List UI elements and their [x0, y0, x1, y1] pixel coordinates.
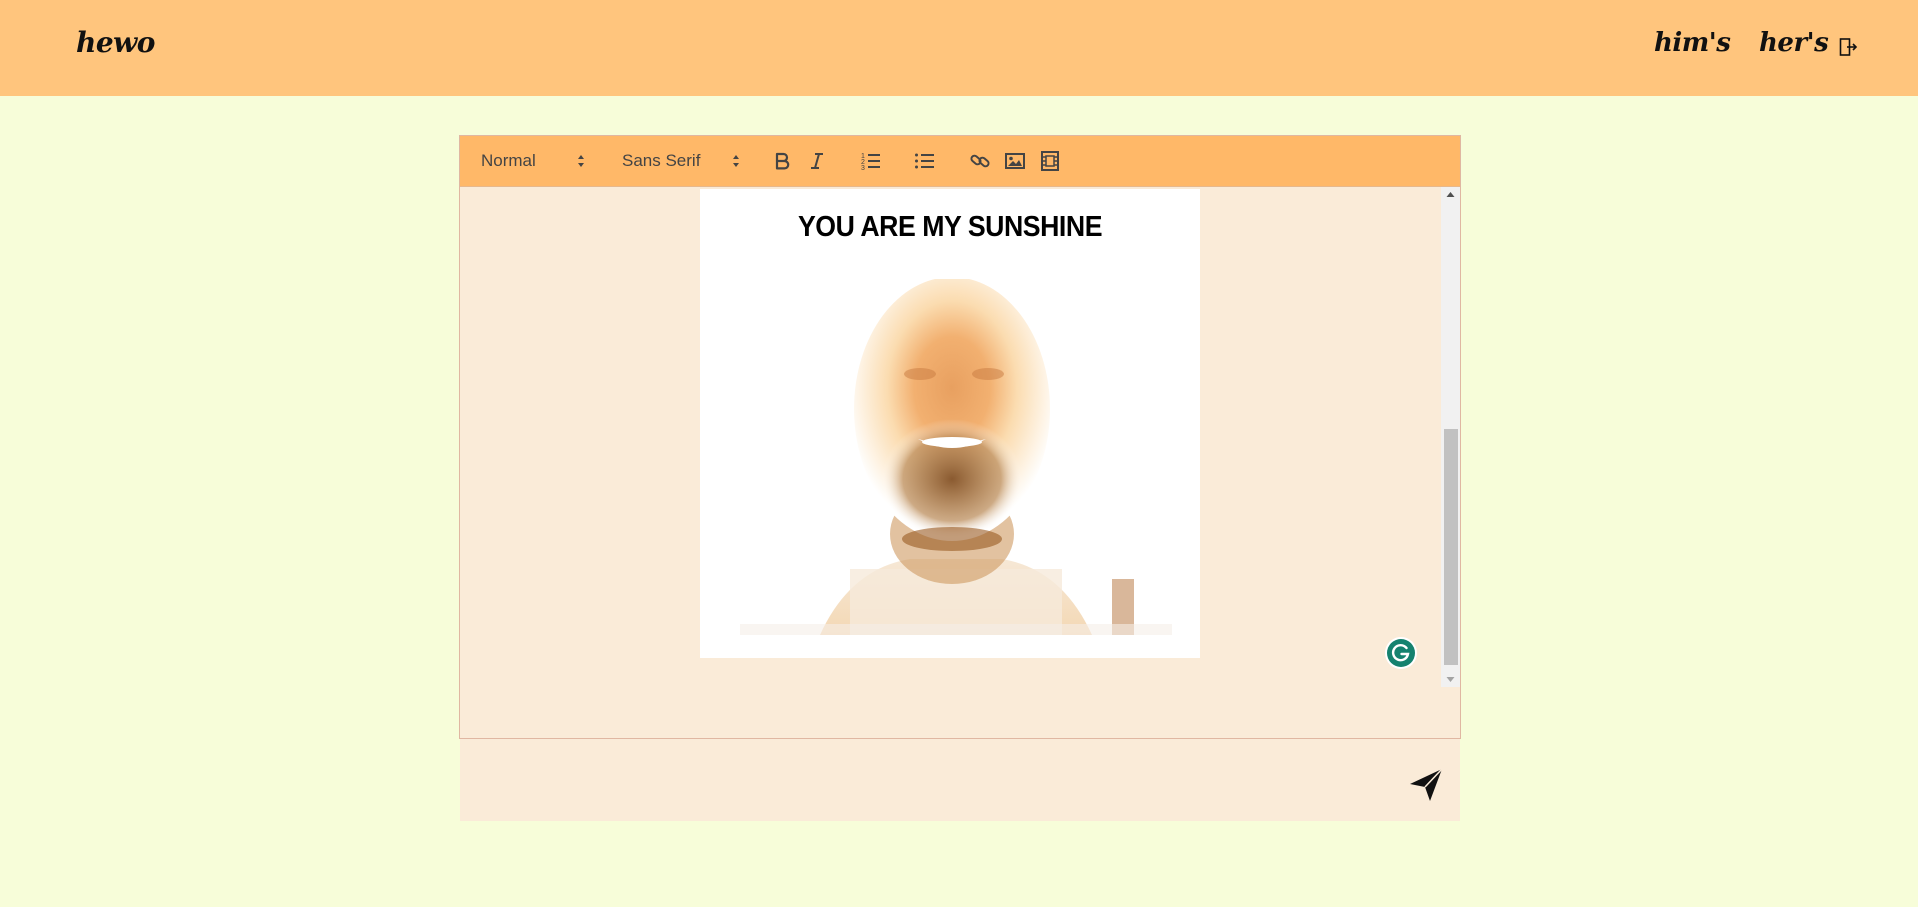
- editor-scrollbar[interactable]: [1441, 187, 1460, 687]
- meme-photo: [740, 279, 1172, 635]
- nav-link-hims[interactable]: him's: [1654, 28, 1731, 58]
- meme-caption: YOU ARE MY SUNSHINE: [797, 211, 1103, 243]
- rich-text-editor: Normal Sans Serif 1 2 3 YOU ARE MY SUNSH…: [459, 135, 1461, 739]
- top-nav-bar: hewo him's her's: [0, 0, 1918, 96]
- nav-link-hers[interactable]: her's: [1759, 28, 1829, 58]
- svg-text:3: 3: [861, 165, 865, 172]
- italic-icon[interactable]: [806, 150, 828, 172]
- brand-logo-link[interactable]: hewo: [76, 26, 155, 59]
- image-icon[interactable]: [1004, 150, 1026, 172]
- scroll-down-arrow-icon[interactable]: [1441, 670, 1460, 687]
- editor-content-area[interactable]: YOU ARE MY SUNSHINE: [460, 187, 1460, 738]
- video-icon[interactable]: [1039, 150, 1061, 172]
- editor-toolbar: Normal Sans Serif 1 2 3: [460, 136, 1460, 187]
- font-family-picker-label: Sans Serif: [622, 151, 701, 170]
- text-size-picker[interactable]: Normal: [481, 151, 589, 171]
- logout-icon[interactable]: [1838, 37, 1858, 57]
- bold-icon[interactable]: [771, 150, 793, 172]
- font-family-picker[interactable]: Sans Serif: [622, 151, 742, 171]
- embedded-meme-image: YOU ARE MY SUNSHINE: [700, 189, 1200, 658]
- grammarly-icon[interactable]: [1384, 636, 1418, 670]
- send-area: [460, 739, 1460, 821]
- scrollbar-thumb[interactable]: [1444, 429, 1458, 665]
- bullet-list-icon[interactable]: [914, 150, 936, 172]
- send-icon[interactable]: [1408, 767, 1444, 803]
- picker-caret-icon: [733, 155, 739, 167]
- link-icon[interactable]: [969, 150, 991, 172]
- scroll-up-arrow-icon[interactable]: [1441, 187, 1460, 204]
- ordered-list-icon[interactable]: 1 2 3: [860, 150, 882, 172]
- picker-caret-icon: [578, 155, 584, 167]
- text-size-picker-label: Normal: [481, 151, 536, 170]
